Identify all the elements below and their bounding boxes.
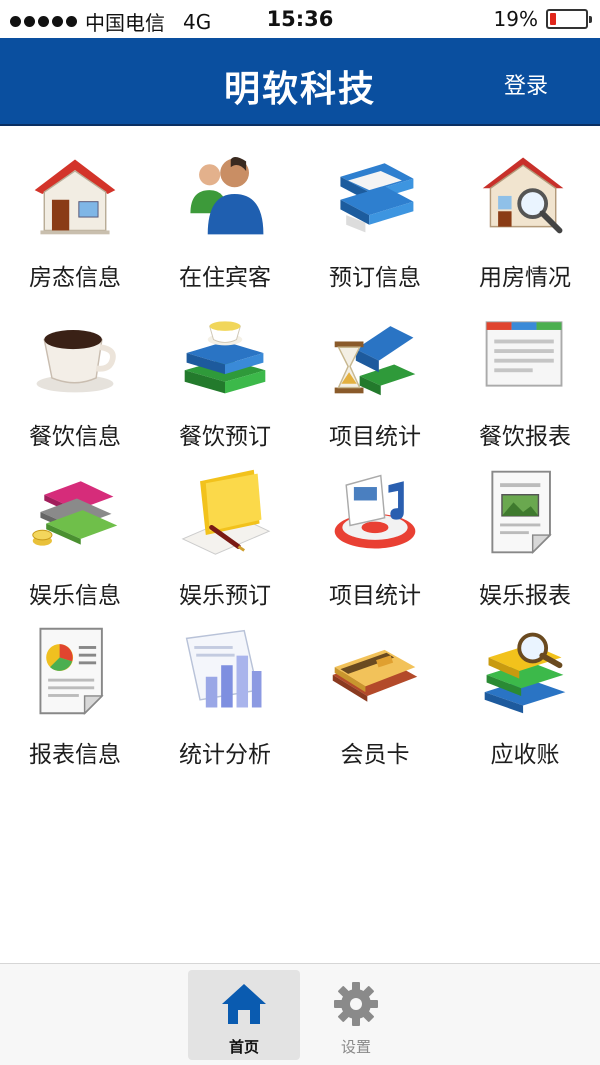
menu-item-catering-report[interactable]: 餐饮报表 — [450, 293, 600, 452]
status-right: 19% — [493, 7, 592, 31]
menu-item-project-statistics-2[interactable]: 项目统计 — [300, 452, 450, 611]
folder-pen-icon — [175, 462, 275, 562]
books-magnifier-icon — [475, 621, 575, 721]
menu-item-catering-reservation[interactable]: 餐饮预订 — [150, 293, 300, 452]
menu-item-label: 娱乐信息 — [29, 583, 121, 609]
reservation-stack-icon — [325, 144, 425, 244]
coffee-cup-icon — [25, 303, 125, 403]
menu-item-room-status[interactable]: 房态信息 — [0, 134, 150, 293]
menu-item-label: 统计分析 — [179, 742, 271, 768]
menu-item-label: 项目统计 — [329, 424, 421, 450]
hourglass-books-icon — [325, 303, 425, 403]
bar-chart-icon — [175, 621, 275, 721]
tab-settings-label: 设置 — [340, 1038, 371, 1056]
menu-item-statistics-analysis[interactable]: 统计分析 — [150, 611, 300, 770]
menu-item-catering-info[interactable]: 餐饮信息 — [0, 293, 150, 452]
house-search-icon — [475, 144, 575, 244]
menu-item-label: 在住宾客 — [179, 265, 271, 291]
menu-item-project-statistics[interactable]: 项目统计 — [300, 293, 450, 452]
menu-item-label: 餐饮信息 — [29, 424, 121, 450]
tea-books-icon — [175, 303, 275, 403]
menu-item-label: 项目统计 — [329, 583, 421, 609]
login-button[interactable]: 登录 — [504, 68, 548, 100]
menu-item-member-card[interactable]: 会员卡 — [300, 611, 450, 770]
menu-item-entertainment-info[interactable]: 娱乐信息 — [0, 452, 150, 611]
menu-item-label: 报表信息 — [29, 742, 121, 768]
menu-item-reservation-info[interactable]: 预订信息 — [300, 134, 450, 293]
menu-item-entertainment-reservation[interactable]: 娱乐预订 — [150, 452, 300, 611]
battery-icon — [546, 9, 592, 29]
home-icon — [222, 984, 266, 1024]
tab-settings[interactable]: 设置 — [300, 970, 412, 1060]
media-disc-icon — [325, 462, 425, 562]
gear-icon — [334, 982, 378, 1026]
bottom-tab-bar: 首页 设置 — [0, 963, 600, 1065]
menu-item-label: 娱乐报表 — [479, 583, 571, 609]
house-icon — [25, 144, 125, 244]
report-window-icon — [475, 303, 575, 403]
menu-item-label: 房态信息 — [29, 265, 121, 291]
menu-item-label: 应收账 — [490, 742, 560, 768]
menu-item-room-usage[interactable]: 用房情况 — [450, 134, 600, 293]
menu-item-accounts-receivable[interactable]: 应收账 — [450, 611, 600, 770]
menu-item-label: 预订信息 — [329, 265, 421, 291]
function-grid: 房态信息 在住宾客 预订信息 用房情况 餐饮信息 餐饮预订 项目统计 餐饮报表 … — [0, 134, 600, 770]
menu-item-label: 餐饮预订 — [179, 424, 271, 450]
menu-item-entertainment-report[interactable]: 娱乐报表 — [450, 452, 600, 611]
member-cards-icon — [325, 621, 425, 721]
pie-document-icon — [25, 621, 125, 721]
image-document-icon — [475, 462, 575, 562]
menu-item-label: 用房情况 — [479, 265, 571, 291]
tab-home-label: 首页 — [228, 1038, 259, 1056]
menu-item-resident-guests[interactable]: 在住宾客 — [150, 134, 300, 293]
status-bar: 中国电信 4G 15:36 19% — [0, 0, 600, 38]
app-header: 明软科技 登录 — [0, 38, 600, 126]
menu-item-label: 餐饮报表 — [479, 424, 571, 450]
battery-percent: 19% — [493, 7, 538, 31]
battery-level — [550, 13, 557, 25]
money-coins-icon — [25, 462, 125, 562]
menu-item-label: 娱乐预订 — [179, 583, 271, 609]
guests-icon — [175, 144, 275, 244]
tab-home[interactable]: 首页 — [188, 970, 300, 1060]
menu-item-report-info[interactable]: 报表信息 — [0, 611, 150, 770]
menu-item-label: 会员卡 — [340, 742, 410, 768]
